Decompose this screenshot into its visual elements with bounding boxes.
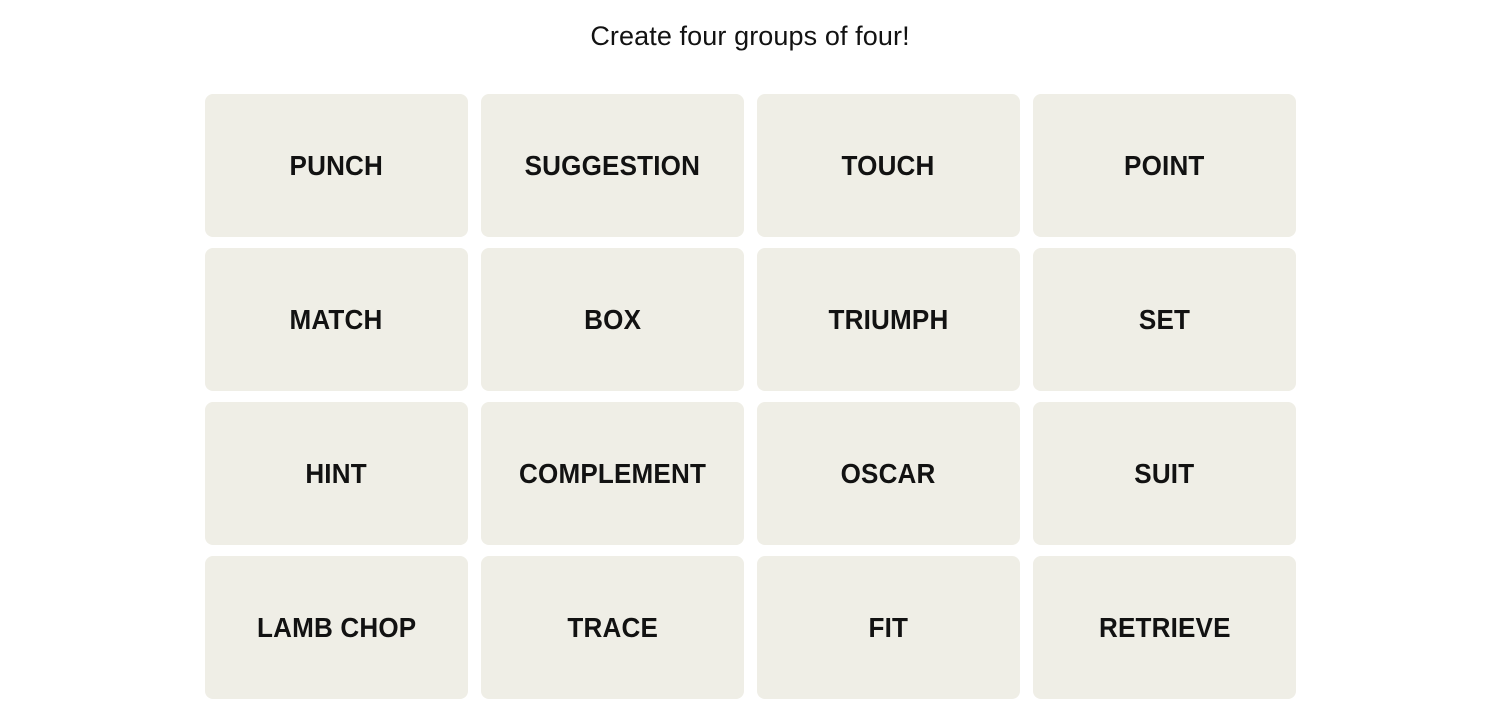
word-tile[interactable]: MATCH bbox=[205, 248, 468, 391]
word-tile[interactable]: LAMB CHOP bbox=[205, 556, 468, 699]
word-tile-label: POINT bbox=[1124, 149, 1205, 181]
word-tile-label: OSCAR bbox=[841, 457, 936, 489]
word-tile-label: TRIUMPH bbox=[828, 303, 949, 335]
word-tile-label: MATCH bbox=[289, 303, 383, 335]
word-tile-label: PUNCH bbox=[289, 149, 384, 181]
word-tile-label: SET bbox=[1138, 303, 1191, 335]
word-tile-label: TRACE bbox=[567, 611, 658, 643]
puzzle-board: PUNCH SUGGESTION TOUCH POINT MATCH BOX T… bbox=[205, 94, 1297, 699]
word-grid: PUNCH SUGGESTION TOUCH POINT MATCH BOX T… bbox=[205, 94, 1297, 699]
connections-game: Create four groups of four! PUNCH SUGGES… bbox=[0, 0, 1500, 707]
page-title: Create four groups of four! bbox=[590, 21, 910, 51]
word-tile[interactable]: BOX bbox=[481, 248, 744, 391]
word-tile-label: SUGGESTION bbox=[524, 149, 701, 181]
word-tile-label: TOUCH bbox=[841, 149, 936, 181]
word-tile-label: HINT bbox=[305, 457, 368, 489]
word-tile-label: BOX bbox=[584, 303, 641, 335]
word-tile[interactable]: TOUCH bbox=[757, 94, 1020, 237]
word-tile-label: SUIT bbox=[1134, 457, 1195, 489]
word-tile-label: LAMB CHOP bbox=[256, 611, 417, 643]
word-tile[interactable]: COMPLEMENT bbox=[481, 402, 744, 545]
word-tile[interactable]: PUNCH bbox=[205, 94, 468, 237]
word-tile-label: COMPLEMENT bbox=[518, 457, 707, 489]
word-tile[interactable]: HINT bbox=[205, 402, 468, 545]
word-tile[interactable]: OSCAR bbox=[757, 402, 1020, 545]
word-tile[interactable]: SET bbox=[1033, 248, 1296, 391]
word-tile-label: FIT bbox=[868, 611, 909, 643]
word-tile[interactable]: FIT bbox=[757, 556, 1020, 699]
word-tile[interactable]: POINT bbox=[1033, 94, 1296, 237]
word-tile[interactable]: TRIUMPH bbox=[757, 248, 1020, 391]
word-tile[interactable]: SUGGESTION bbox=[481, 94, 744, 237]
word-tile[interactable]: TRACE bbox=[481, 556, 744, 699]
word-tile-label: RETRIEVE bbox=[1098, 611, 1231, 643]
word-tile[interactable]: SUIT bbox=[1033, 402, 1296, 545]
word-tile[interactable]: RETRIEVE bbox=[1033, 556, 1296, 699]
